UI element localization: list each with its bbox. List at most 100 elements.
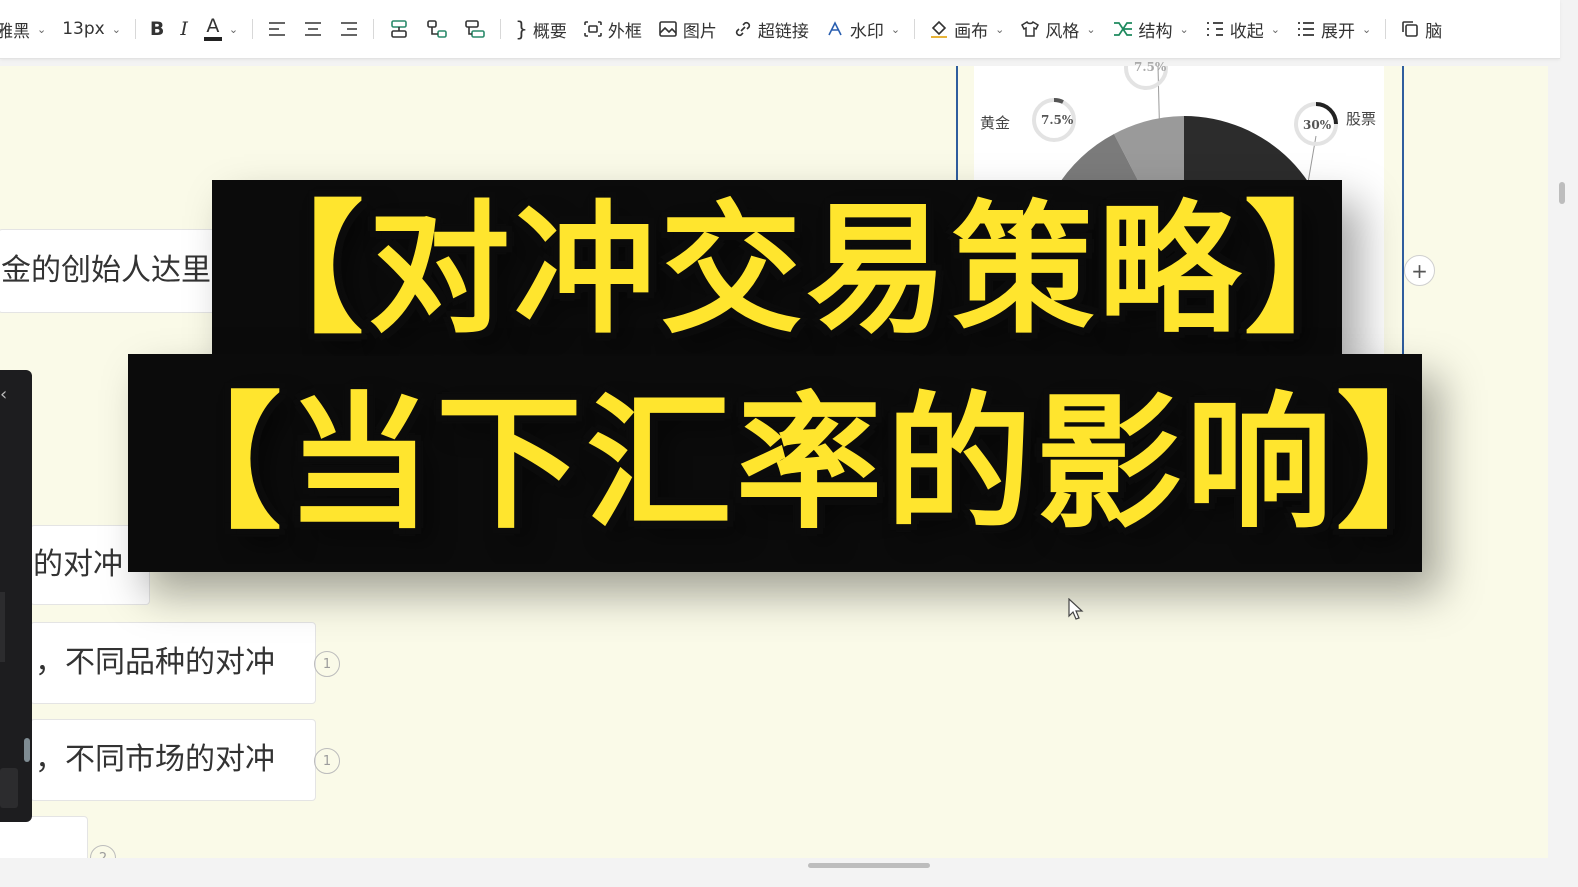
badge-text: 1: [322, 656, 332, 672]
font-size-select[interactable]: 13px ⌄: [54, 12, 129, 46]
panel-slider[interactable]: [24, 738, 30, 762]
badge-text: 1: [322, 753, 332, 769]
scrollbar-thumb[interactable]: [808, 863, 930, 868]
insert-parent-button[interactable]: [456, 12, 494, 46]
collapsed-count-badge[interactable]: 1: [314, 651, 340, 677]
mindmap-node[interactable]: 对冲: [0, 816, 88, 858]
expand-label: 展开: [1320, 21, 1355, 42]
badge-text: 2: [98, 850, 108, 859]
canvas-button[interactable]: 画布 ⌄: [921, 12, 1012, 46]
top-percent: 7.5%: [1134, 60, 1167, 74]
watermark-button[interactable]: 水印 ⌄: [817, 12, 908, 46]
scrollbar-thumb[interactable]: [1559, 182, 1565, 204]
brace-icon: }: [515, 17, 528, 41]
mindmap-node[interactable]: 金的创始人达里: [0, 229, 302, 313]
chevron-down-icon: ⌄: [1361, 22, 1372, 36]
align-center-button[interactable]: [295, 12, 331, 46]
font-family-select[interactable]: 雅黑 ⌄: [0, 12, 54, 46]
summary-button[interactable]: } 概要: [507, 12, 575, 46]
chevron-down-icon: ⌄: [1086, 22, 1096, 36]
align-right-button[interactable]: [331, 12, 367, 46]
toolbar-divider: [500, 19, 502, 39]
structure-label: 结构: [1138, 21, 1173, 42]
italic-button[interactable]: I: [172, 12, 196, 46]
structure-button[interactable]: 结构 ⌄: [1104, 12, 1197, 46]
chevron-down-icon: ⌄: [1270, 22, 1280, 36]
gold-percent: 7.5%: [1041, 113, 1074, 127]
align-left-button[interactable]: [259, 12, 295, 46]
bold-icon: B: [149, 18, 165, 40]
italic-icon: I: [180, 18, 188, 40]
donut-chart-graphic: [1032, 46, 1338, 416]
style-label: 风格: [1045, 21, 1080, 42]
font-color-button[interactable]: A ⌄: [196, 12, 246, 46]
chevron-down-icon: ⌄: [1179, 22, 1189, 36]
insert-topic-button[interactable]: [380, 12, 418, 46]
collapse-icon: [1206, 22, 1223, 36]
hyperlink-button[interactable]: 超链接: [725, 12, 817, 46]
gold-label: 黄金: [980, 114, 1011, 132]
font-color-swatch: [203, 37, 222, 41]
toolbar-divider: [1385, 19, 1387, 39]
image-button[interactable]: 图片: [650, 12, 725, 46]
more-label: 脑: [1425, 21, 1443, 42]
mouse-cursor-icon: [1068, 598, 1084, 620]
image-icon: [659, 21, 677, 37]
shirt-icon: [1021, 20, 1040, 37]
close-icon[interactable]: ‹: [0, 384, 7, 405]
align-left-icon: [269, 22, 286, 36]
parent-topic-icon: [465, 20, 485, 38]
stocks-label: 股票: [1346, 110, 1377, 128]
toolbar-divider: [914, 19, 916, 39]
link-icon: [735, 21, 750, 37]
align-center-icon: [305, 22, 322, 36]
summary-label: 概要: [532, 21, 567, 42]
outline-button[interactable]: 外框: [575, 12, 650, 46]
toolbar-divider: [252, 19, 254, 39]
mindmap-node[interactable]: ，不同品种的对冲: [30, 622, 316, 704]
topic-icon: [391, 20, 407, 38]
watermark-icon: [828, 21, 842, 36]
app-window: 雅黑 ⌄ 13px ⌄ B I A ⌄: [0, 0, 1578, 887]
chevron-down-icon: ⌄: [111, 22, 121, 36]
watermark-label: 水印: [849, 21, 884, 42]
panel-block: [0, 592, 5, 662]
chevron-down-icon: ⌄: [37, 22, 47, 36]
chevron-down-icon: ⌄: [228, 22, 239, 36]
image-label: 图片: [682, 21, 717, 42]
insert-subtopic-button[interactable]: [418, 12, 456, 46]
font-size-value: 13px: [62, 19, 105, 39]
node-text: 的对冲: [33, 547, 123, 582]
collapsed-count-badge[interactable]: 1: [314, 748, 340, 774]
font-color-icon: A: [203, 17, 222, 41]
collapse-label: 收起: [1229, 21, 1264, 42]
node-text: 金的创始人达里: [1, 253, 211, 288]
style-button[interactable]: 风格 ⌄: [1012, 12, 1103, 46]
add-node-button[interactable]: +: [1404, 255, 1435, 286]
paint-bucket-icon: [931, 20, 948, 38]
align-right-icon: [341, 22, 358, 36]
format-toolbar: 雅黑 ⌄ 13px ⌄ B I A ⌄: [0, 0, 1560, 59]
pie-chart-image: 黄金 股票 7.5% 30% 7.5%: [974, 46, 1384, 416]
hyperlink-label: 超链接: [757, 21, 809, 42]
vertical-scrollbar[interactable]: [1548, 66, 1578, 858]
collapsed-count-badge[interactable]: 2: [90, 845, 116, 858]
mindmap-node[interactable]: 的对冲: [30, 525, 150, 605]
collapse-button[interactable]: 收起 ⌄: [1197, 12, 1288, 46]
more-button[interactable]: 脑: [1392, 12, 1450, 46]
bold-button[interactable]: B: [142, 12, 172, 46]
node-text: ，不同品种的对冲: [35, 645, 275, 680]
expand-button[interactable]: 展开 ⌄: [1288, 12, 1379, 46]
structure-icon: [1113, 22, 1132, 36]
image-node[interactable]: 黄金 股票 7.5% 30% 7.5%: [956, 46, 1404, 416]
stocks-percent: 30%: [1303, 118, 1332, 132]
plus-icon: +: [1411, 258, 1428, 283]
subtopic-icon: [427, 20, 447, 38]
toolbar-divider: [373, 19, 375, 39]
canvas-label: 画布: [954, 21, 989, 42]
horizontal-scrollbar[interactable]: [0, 858, 1578, 887]
mindmap-node[interactable]: ，不同市场的对冲: [30, 719, 316, 801]
font-family-value: 雅黑: [0, 21, 30, 42]
outline-label: 外框: [607, 21, 642, 42]
panel-block: [0, 768, 18, 808]
